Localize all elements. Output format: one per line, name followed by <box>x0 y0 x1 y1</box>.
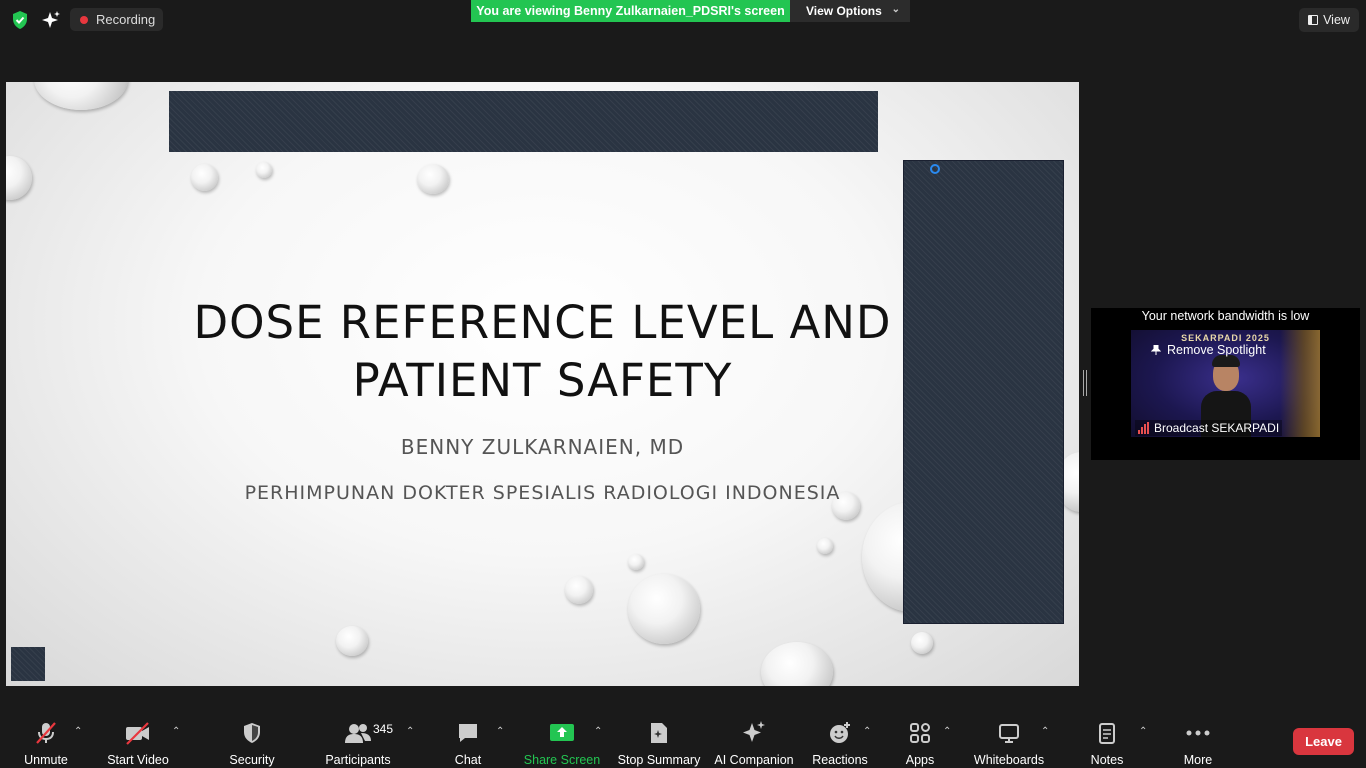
share-options-chevron-icon[interactable]: ⌃ <box>594 726 602 737</box>
more-label: More <box>1183 753 1213 767</box>
apps-options-chevron-icon[interactable]: ⌃ <box>943 726 951 737</box>
slide-author: BENNY ZULKARNAIEN, MD <box>400 435 685 459</box>
participants-options-chevron-icon[interactable]: ⌃ <box>406 726 414 737</box>
emoji-plus-icon <box>826 720 854 746</box>
apps-button[interactable]: Apps <box>900 712 940 768</box>
sparkle-icon <box>740 720 768 746</box>
more-dots-icon <box>1184 720 1212 746</box>
notes-label: Notes <box>1090 753 1124 767</box>
water-drop-decoration <box>628 574 700 644</box>
whiteboards-options-chevron-icon[interactable]: ⌃ <box>1041 726 1049 737</box>
notes-options-chevron-icon[interactable]: ⌃ <box>1139 726 1147 737</box>
apps-label: Apps <box>905 753 935 767</box>
water-drop-decoration <box>911 632 933 654</box>
ai-companion-button[interactable]: AI Companion <box>712 712 796 768</box>
slide-title-line1: DOSE REFERENCE LEVEL AND <box>193 296 892 349</box>
reactions-label: Reactions <box>812 753 868 767</box>
reactions-button[interactable]: Reactions <box>810 712 870 768</box>
chat-label: Chat <box>454 753 482 767</box>
mouse-cursor-indicator <box>930 164 940 174</box>
view-label: View <box>1323 13 1350 27</box>
audio-options-chevron-icon[interactable]: ⌃ <box>74 726 82 737</box>
signal-strength-icon <box>1138 422 1150 434</box>
water-drop-decoration <box>191 164 218 191</box>
unmute-button[interactable]: Unmute <box>18 712 74 768</box>
security-button[interactable]: Security <box>226 712 278 768</box>
whiteboard-icon <box>995 720 1023 746</box>
chevron-down-icon: ⌄ <box>891 4 900 15</box>
redacted-header-block <box>169 91 878 152</box>
unpin-icon <box>1151 345 1161 355</box>
whiteboards-label: Whiteboards <box>973 753 1045 767</box>
apps-grid-icon <box>906 720 934 746</box>
shared-screen-slide: DOSE REFERENCE LEVEL AND PATIENT SAFETY … <box>6 82 1079 686</box>
notes-icon <box>1093 720 1121 746</box>
meeting-toolbar: Unmute ⌃ Start Video ⌃ Security Particip… <box>0 712 1366 768</box>
participant-name: Broadcast SEKARPADI <box>1154 421 1280 435</box>
security-label: Security <box>229 753 275 767</box>
leave-button[interactable]: Leave <box>1293 728 1354 755</box>
view-options-label: View Options <box>806 4 882 18</box>
viewing-screen-banner: You are viewing Benny Zulkarnaien_PDSRI'… <box>471 0 790 22</box>
camera-off-icon <box>124 720 152 746</box>
reactions-options-chevron-icon[interactable]: ⌃ <box>863 726 871 737</box>
share-screen-label: Share Screen <box>523 753 601 767</box>
participants-count-badge: 345 <box>373 722 394 736</box>
water-drop-decoration <box>628 554 644 570</box>
start-video-button[interactable]: Start Video <box>106 712 170 768</box>
speaker-video-panel: Your network bandwidth is low SEKARPADI … <box>1091 308 1360 460</box>
water-drop-decoration <box>417 164 449 194</box>
shield-icon <box>238 720 266 746</box>
stop-summary-button[interactable]: Stop Summary <box>616 712 702 768</box>
view-layout-icon <box>1308 15 1319 25</box>
water-drop-decoration <box>256 162 272 178</box>
slide-title: DOSE REFERENCE LEVEL AND PATIENT SAFETY <box>156 294 929 410</box>
chat-options-chevron-icon[interactable]: ⌃ <box>496 726 504 737</box>
share-screen-button[interactable]: Share Screen <box>524 712 600 768</box>
summary-document-icon <box>645 720 673 746</box>
bandwidth-notice: Your network bandwidth is low <box>1141 309 1310 323</box>
water-drop-decoration <box>34 82 128 110</box>
recording-dot-icon <box>80 15 88 24</box>
chat-bubble-icon <box>454 720 482 746</box>
ai-companion-sparkle-icon[interactable] <box>40 9 62 31</box>
microphone-muted-icon <box>32 720 60 746</box>
top-bar: Recording You are viewing Benny Zulkarna… <box>0 0 1366 40</box>
unmute-label: Unmute <box>24 753 68 767</box>
remove-spotlight-label: Remove Spotlight <box>1167 343 1266 357</box>
stop-summary-label: Stop Summary <box>617 753 701 767</box>
ai-companion-label: AI Companion <box>714 753 794 767</box>
participant-name-tag: Broadcast SEKARPADI <box>1135 420 1283 436</box>
redacted-corner-block <box>11 647 45 681</box>
more-button[interactable]: More <box>1178 712 1218 768</box>
participants-icon <box>344 720 372 746</box>
view-options-button[interactable]: View Options ⌄ <box>790 0 910 22</box>
video-options-chevron-icon[interactable]: ⌃ <box>172 726 180 737</box>
view-button[interactable]: View <box>1299 8 1359 32</box>
slide-organization: PERHIMPUNAN DOKTER SPESIALIS RADIOLOGI I… <box>244 482 841 504</box>
recording-indicator[interactable]: Recording <box>70 8 164 31</box>
panel-resize-handle[interactable] <box>1083 370 1087 396</box>
water-drop-decoration <box>565 576 593 604</box>
start-video-label: Start Video <box>107 753 169 767</box>
participants-label: Participants <box>325 753 391 767</box>
water-drop-decoration <box>336 626 368 656</box>
water-drop-decoration <box>817 538 833 554</box>
participants-button[interactable]: Participants <box>325 712 391 768</box>
security-shield-icon[interactable] <box>10 10 30 30</box>
notes-button[interactable]: Notes <box>1086 712 1128 768</box>
whiteboards-button[interactable]: Whiteboards <box>972 712 1046 768</box>
remove-spotlight-button[interactable]: Remove Spotlight <box>1143 340 1274 360</box>
share-screen-icon <box>548 720 576 746</box>
recording-label: Recording <box>96 12 156 27</box>
chat-button[interactable]: Chat <box>448 712 488 768</box>
water-drop-decoration <box>6 156 32 200</box>
video-background-decoration <box>1280 330 1320 437</box>
participant-video[interactable]: SEKARPADI 2025 Remove Spotlight Broadcas… <box>1131 330 1320 437</box>
water-drop-decoration <box>761 642 833 686</box>
slide-title-line2: PATIENT SAFETY <box>352 354 733 407</box>
